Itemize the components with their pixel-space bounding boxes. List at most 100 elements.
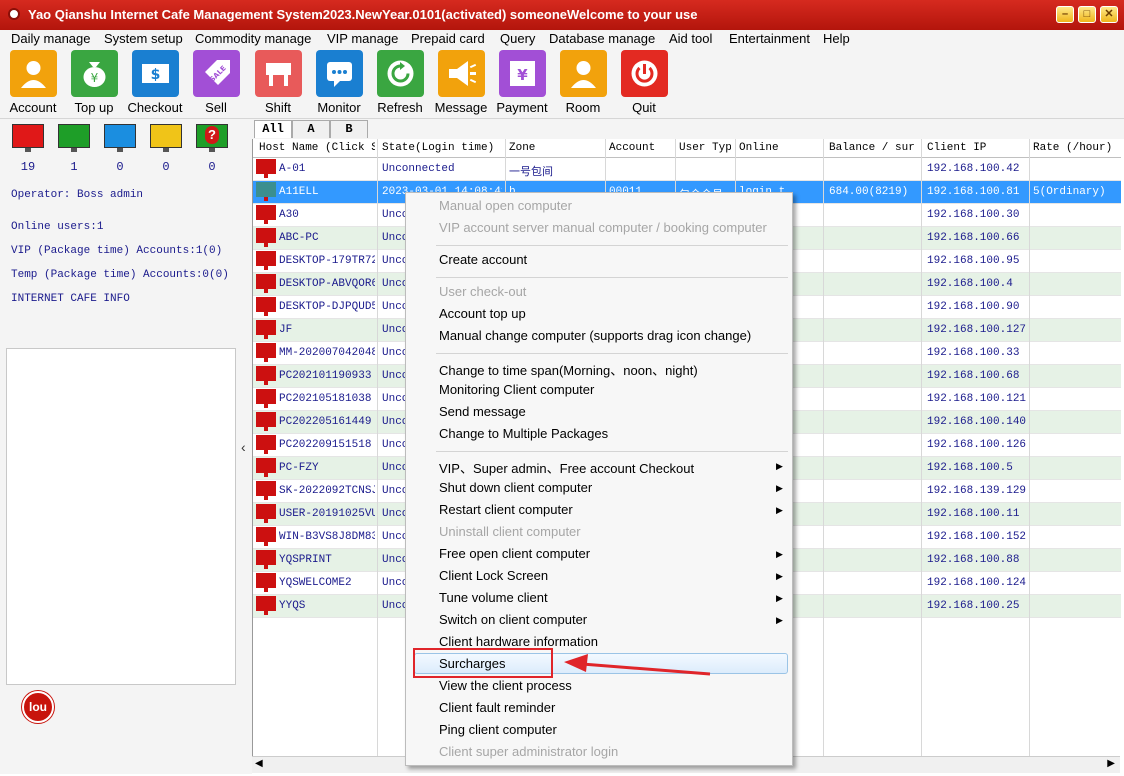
cell-host: DESKTOP-DJPQUD5 xyxy=(279,301,375,313)
menu-item-switch-on-client-computer[interactable]: Switch on client computer xyxy=(439,612,587,627)
menu-system-setup[interactable]: System setup xyxy=(104,31,183,46)
tab-a[interactable]: A xyxy=(292,120,330,138)
col-rate[interactable]: Rate (/hour) xyxy=(1033,142,1119,154)
checkout-button[interactable]: $ Checkout xyxy=(125,50,185,118)
cell-client-ip: 192.168.100.126 xyxy=(927,439,1027,451)
cell-client-ip: 192.168.100.90 xyxy=(927,301,1020,313)
col-zone[interactable]: Zone xyxy=(509,142,619,154)
grid-header: Host Name (Click Sort) State(Login time)… xyxy=(253,139,1121,158)
col-user-type[interactable]: User Type xyxy=(679,142,731,154)
maximize-button[interactable]: □ xyxy=(1078,6,1096,23)
scroll-right-icon[interactable]: ▶ xyxy=(1107,758,1115,769)
menu-daily-manage[interactable]: Daily manage xyxy=(11,31,91,46)
cell-host: JF xyxy=(279,324,293,336)
cell-client-ip: 192.168.100.140 xyxy=(927,416,1027,428)
minimize-button[interactable]: – xyxy=(1056,6,1074,23)
col-host-name[interactable]: Host Name (Click Sort) xyxy=(259,142,375,154)
cell-zone: 一号包间 xyxy=(509,167,553,179)
menu-item-monitoring-client-computer[interactable]: Monitoring Client computer xyxy=(439,382,594,397)
menu-item-client-fault-reminder[interactable]: Client fault reminder xyxy=(439,700,555,715)
menu-aid-tool[interactable]: Aid tool xyxy=(669,31,712,46)
menu-help[interactable]: Help xyxy=(823,31,850,46)
status-monitor-unknown[interactable]: ? 0 xyxy=(196,124,228,174)
menu-item-change-to-time-span-morning-noon-night[interactable]: Change to time span(Morning、noon、night) xyxy=(439,360,698,379)
scroll-left-icon[interactable]: ◀ xyxy=(255,758,263,769)
col-balance[interactable]: Balance / surplus xyxy=(829,142,915,154)
computer-icon xyxy=(256,297,276,317)
menu-item-user-check-out: User check-out xyxy=(439,284,527,299)
zone-tabs: All A B xyxy=(252,119,1124,139)
tab-all[interactable]: All xyxy=(254,120,292,138)
col-client-ip[interactable]: Client IP xyxy=(927,142,1027,154)
collapse-arrow-icon[interactable]: ‹ xyxy=(241,439,246,455)
payment-button[interactable]: ¥ Payment xyxy=(492,50,552,118)
account-label: Account xyxy=(9,100,57,115)
col-online[interactable]: Online xyxy=(739,142,819,154)
menu-item-manual-change-computer-supports-drag-ico[interactable]: Manual change computer (supports drag ic… xyxy=(439,328,751,343)
menu-item-ping-client-computer[interactable]: Ping client computer xyxy=(439,722,557,737)
status-monitor-locked[interactable]: 0 xyxy=(150,124,182,174)
quit-button[interactable]: Quit xyxy=(614,50,674,118)
table-row[interactable]: A-01 Unconnected 一号包间 192.168.100.42 xyxy=(253,158,1121,181)
monitor-button[interactable]: Monitor xyxy=(309,50,369,118)
menu-prepaid-card[interactable]: Prepaid card xyxy=(411,31,485,46)
sell-button[interactable]: SALE Sell xyxy=(186,50,246,118)
refresh-button[interactable]: Refresh xyxy=(370,50,430,118)
computer-icon xyxy=(256,504,276,524)
submenu-arrow-icon: ▶ xyxy=(776,505,783,515)
menu-item-tune-volume-client[interactable]: Tune volume client xyxy=(439,590,548,605)
cell-client-ip: 192.168.100.68 xyxy=(927,370,1020,382)
col-state[interactable]: State(Login time) xyxy=(382,142,502,154)
menu-database-manage[interactable]: Database manage xyxy=(549,31,655,46)
menu-item-change-to-multiple-packages[interactable]: Change to Multiple Packages xyxy=(439,426,608,441)
menu-item-account-top-up[interactable]: Account top up xyxy=(439,306,526,321)
account-button[interactable]: Account xyxy=(3,50,63,118)
cafe-info-link[interactable]: INTERNET CAFE INFO xyxy=(11,293,130,305)
close-button[interactable]: ✕ xyxy=(1100,6,1118,23)
menu-vip-manage[interactable]: VIP manage xyxy=(327,31,398,46)
cell-host: PC202101190933 xyxy=(279,370,372,382)
menu-item-free-open-client-computer[interactable]: Free open client computer xyxy=(439,546,590,561)
message-button[interactable]: Message xyxy=(431,50,491,118)
question-monitor-icon: ? xyxy=(196,124,228,148)
menu-item-restart-client-computer[interactable]: Restart client computer xyxy=(439,502,573,517)
submenu-arrow-icon: ▶ xyxy=(776,615,783,625)
col-account[interactable]: Account xyxy=(609,142,669,154)
panel-splitter[interactable]: ‹ xyxy=(240,119,252,774)
tab-b[interactable]: B xyxy=(330,120,368,138)
top-up-button[interactable]: ¥ Top up xyxy=(64,50,124,118)
status-monitor-idle[interactable]: 0 xyxy=(104,124,136,174)
cell-host: A11ELL xyxy=(279,186,319,198)
sale-tag-icon: SALE xyxy=(193,50,240,97)
menu-item-client-lock-screen[interactable]: Client Lock Screen xyxy=(439,568,548,583)
shift-button[interactable]: Shift xyxy=(248,50,308,118)
computer-icon xyxy=(256,596,276,616)
menu-item-vip-super-admin-free-account-checkout[interactable]: VIP、Super admin、Free account Checkout xyxy=(439,458,694,477)
cell-host: USER-20191025VU xyxy=(279,508,375,520)
left-panel: 19 1 0 0 ? 0 Operator: Boss admin Online… xyxy=(0,119,240,774)
room-button[interactable]: Room xyxy=(553,50,613,118)
menu-item-view-the-client-process[interactable]: View the client process xyxy=(439,678,572,693)
menu-item-client-hardware-information[interactable]: Client hardware information xyxy=(439,634,598,649)
cell-host: DESKTOP-179TR72 xyxy=(279,255,375,267)
payment-label: Payment xyxy=(496,100,548,115)
status-monitor-online[interactable]: 1 xyxy=(58,124,90,174)
cell-client-ip: 192.168.100.88 xyxy=(927,554,1020,566)
cell-host: YQSWELCOME2 xyxy=(279,577,352,589)
menu-commodity-manage[interactable]: Commodity manage xyxy=(195,31,311,46)
cell-host: SK-2022092TCNSJ xyxy=(279,485,375,497)
shift-label: Shift xyxy=(264,100,291,115)
menu-entertainment[interactable]: Entertainment xyxy=(729,31,810,46)
menu-query[interactable]: Query xyxy=(500,31,535,46)
cell-host: WIN-B3VS8J8DM83 xyxy=(279,531,375,543)
menu-item-send-message[interactable]: Send message xyxy=(439,404,526,419)
computer-icon xyxy=(256,320,276,340)
cell-host: PC202105181038 xyxy=(279,393,372,405)
cell-host: ABC-PC xyxy=(279,232,319,244)
refresh-icon xyxy=(377,50,424,97)
status-monitor-offline[interactable]: 19 xyxy=(12,124,44,174)
operator-info: Operator: Boss admin xyxy=(11,189,144,201)
menu-item-shut-down-client-computer[interactable]: Shut down client computer xyxy=(439,480,592,495)
menu-item-create-account[interactable]: Create account xyxy=(439,252,527,267)
monitor-count: 0 xyxy=(162,160,170,174)
